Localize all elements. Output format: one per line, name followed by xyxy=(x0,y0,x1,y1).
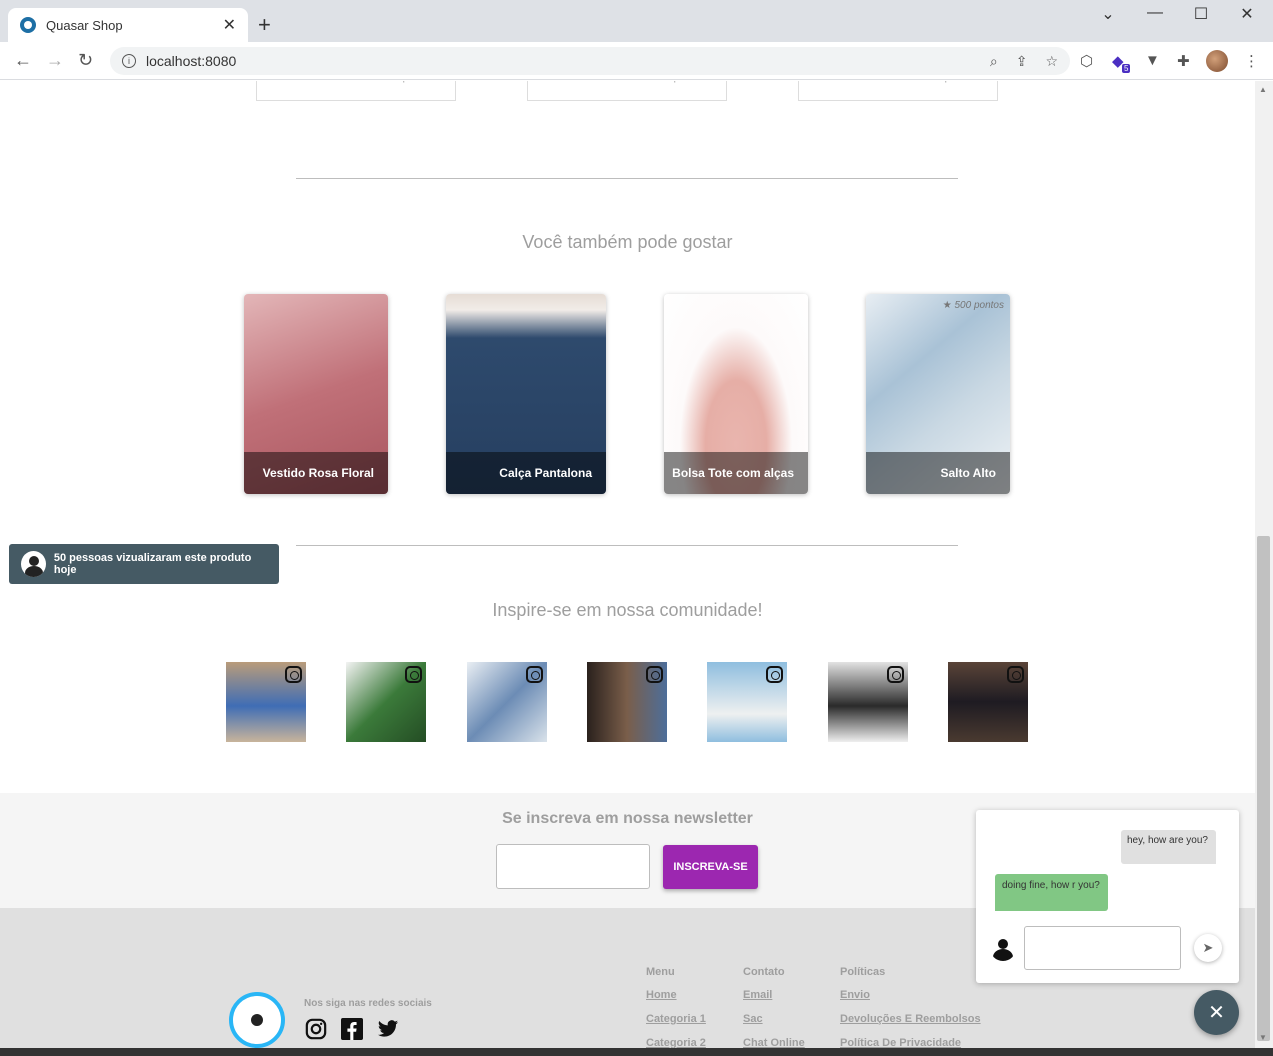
community-image[interactable] xyxy=(828,662,908,742)
chat-message-sent: hey, how are you? xyxy=(1121,830,1216,864)
tab-search-icon[interactable]: ⌄ xyxy=(1085,4,1131,24)
quasar-logo-icon xyxy=(229,992,285,1048)
reload-icon[interactable]: ↻ xyxy=(78,50,93,71)
social-follow-label: Nos siga nas redes sociais xyxy=(304,998,432,1009)
instagram-icon xyxy=(526,666,543,683)
tab-close-icon[interactable]: ✕ xyxy=(223,15,236,35)
top-card: amet consectetur adip. xyxy=(798,81,998,101)
extension-badge-count: 5 xyxy=(1122,64,1131,73)
community-image[interactable] xyxy=(467,662,547,742)
section-divider xyxy=(296,545,958,546)
footer-column-title: Contato xyxy=(743,966,785,978)
share-icon[interactable]: ⇪ xyxy=(1016,53,1028,70)
window-close-button[interactable]: ✕ xyxy=(1224,4,1270,24)
zoom-icon[interactable]: ⌕ xyxy=(990,53,998,70)
profile-avatar[interactable] xyxy=(1206,50,1228,72)
address-bar[interactable]: i localhost:8080 ⌕ ⇪ ☆ xyxy=(110,47,1070,75)
top-card: amet consectetur adip. xyxy=(256,81,456,101)
bookmark-star-icon[interactable]: ☆ xyxy=(1045,53,1058,70)
community-image[interactable] xyxy=(707,662,787,742)
star-icon: ★ xyxy=(942,300,955,311)
community-image[interactable] xyxy=(948,662,1028,742)
community-title: Inspire-se em nossa comunidade! xyxy=(492,600,763,620)
footer-link-envio[interactable]: Envio xyxy=(840,989,870,1001)
community-image[interactable] xyxy=(346,662,426,742)
browser-toolbar: ← → ↻ i localhost:8080 ⌕ ⇪ ☆ ⬡ ◆ 5 ▼ ✚ ⋮ xyxy=(0,42,1273,80)
scroll-up-arrow-icon[interactable]: ▲ xyxy=(1259,85,1267,94)
instagram-icon xyxy=(405,666,422,683)
product-name: Bolsa Tote com alças xyxy=(664,452,808,494)
instagram-icon xyxy=(646,666,663,683)
community-image[interactable] xyxy=(587,662,667,742)
extension-icon[interactable]: ⬡ xyxy=(1080,52,1093,70)
footer-link-categoria-1[interactable]: Categoria 1 xyxy=(646,1013,706,1025)
minimize-button[interactable]: — xyxy=(1132,4,1178,22)
tab-title: Quasar Shop xyxy=(46,17,123,33)
instagram-icon xyxy=(285,666,302,683)
scroll-down-arrow-icon[interactable]: ▼ xyxy=(1259,1033,1267,1042)
top-card: amet consectetur adip. xyxy=(527,81,727,101)
newsletter-email-input[interactable] xyxy=(496,844,650,889)
instagram-icon[interactable] xyxy=(305,1018,327,1040)
instagram-icon xyxy=(887,666,904,683)
chat-close-button[interactable]: ✕ xyxy=(1194,990,1239,1035)
chat-user-avatar-icon xyxy=(990,935,1016,961)
chat-message-received: doing fine, how r you? xyxy=(995,874,1108,911)
related-title: Você também pode gostar xyxy=(522,232,733,252)
quasar-favicon-icon xyxy=(20,17,36,33)
send-icon[interactable]: ➤ xyxy=(1194,934,1222,962)
viewers-toast: 50 pessoas vizualizaram este produto hoj… xyxy=(9,544,279,584)
footer-link-privacidade[interactable]: Política De Privacidade xyxy=(840,1037,961,1048)
vue-devtools-icon[interactable]: ▼ xyxy=(1145,52,1160,69)
footer-link-email[interactable]: Email xyxy=(743,989,772,1001)
instagram-icon xyxy=(1007,666,1024,683)
viewers-text: 50 pessoas vizualizaram este produto hoj… xyxy=(53,552,252,576)
url-text[interactable]: localhost:8080 xyxy=(146,53,972,69)
product-card[interactable]: Calça Pantalona xyxy=(446,294,606,494)
forward-icon[interactable]: → xyxy=(46,50,64,71)
maximize-button[interactable]: ☐ xyxy=(1178,4,1224,24)
facebook-icon[interactable] xyxy=(341,1018,363,1040)
product-name: Salto Alto xyxy=(866,452,1010,494)
subscribe-button[interactable]: INSCREVA-SE xyxy=(663,845,758,889)
chat-widget: hey, how are you? doing fine, how r you?… xyxy=(976,810,1239,983)
back-icon[interactable]: ← xyxy=(14,50,32,71)
new-tab-button[interactable]: + xyxy=(258,12,271,38)
product-name: Calça Pantalona xyxy=(446,452,606,494)
section-divider xyxy=(296,178,958,179)
browser-menu-icon[interactable]: ⋮ xyxy=(1244,52,1259,70)
points-label: ★ 500 pontos xyxy=(942,300,1004,311)
browser-tab[interactable]: Quasar Shop ✕ xyxy=(8,8,248,42)
page-scrollbar[interactable]: ▲ ▼ xyxy=(1255,81,1273,1048)
footer-link-home[interactable]: Home xyxy=(646,989,677,1001)
footer-column-title: Políticas xyxy=(840,966,886,978)
footer-link-sac[interactable]: Sac xyxy=(743,1013,763,1025)
browser-tabstrip: Quasar Shop ✕ + ⌄ — ☐ ✕ xyxy=(0,0,1273,42)
product-name: Vestido Rosa Floral xyxy=(244,452,388,494)
product-card[interactable]: ★ 500 pontos Salto Alto xyxy=(866,294,1010,494)
user-avatar-icon xyxy=(21,551,46,577)
scroll-thumb[interactable] xyxy=(1257,536,1270,1041)
product-card[interactable]: Bolsa Tote com alças xyxy=(664,294,808,494)
instagram-icon xyxy=(766,666,783,683)
product-card[interactable]: Vestido Rosa Floral xyxy=(244,294,388,494)
site-info-icon[interactable]: i xyxy=(122,54,136,68)
footer-link-categoria-2[interactable]: Categoria 2 xyxy=(646,1037,706,1048)
extensions-puzzle-icon[interactable]: ✚ xyxy=(1177,52,1190,70)
footer-column-title: Menu xyxy=(646,966,675,978)
community-image[interactable] xyxy=(226,662,306,742)
twitter-icon[interactable] xyxy=(377,1018,399,1040)
taskbar-strip xyxy=(0,1048,1273,1056)
chat-message-input[interactable] xyxy=(1024,926,1181,970)
footer-link-devolucoes[interactable]: Devoluções E Reembolsos xyxy=(840,1013,981,1025)
footer-link-chat-online[interactable]: Chat Online xyxy=(743,1037,805,1048)
